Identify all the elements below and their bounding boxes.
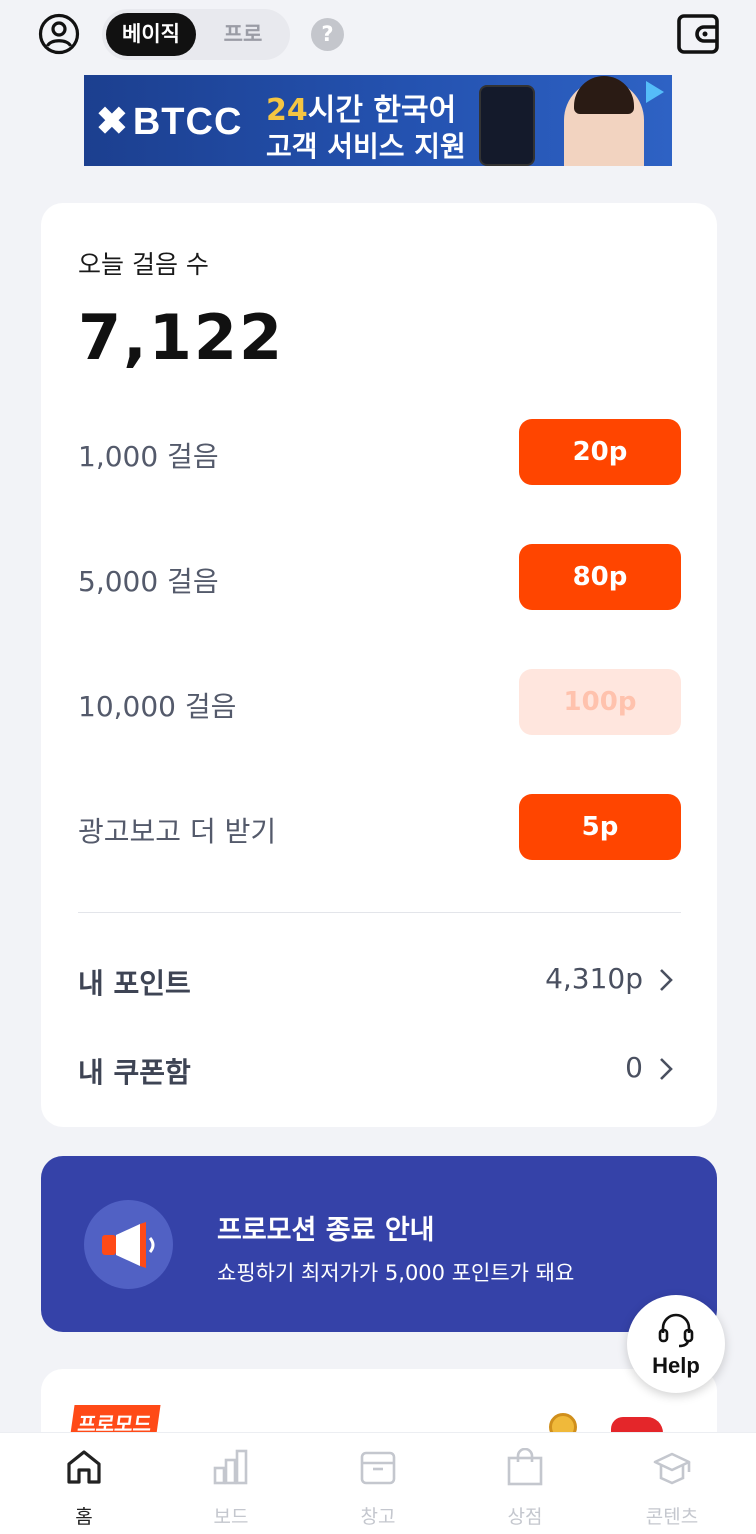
my-points-row[interactable]: 내 포인트 4,310p bbox=[78, 955, 681, 1005]
chevron-right-icon bbox=[660, 969, 673, 991]
home-icon bbox=[67, 1450, 101, 1484]
ad-subline: 고객 서비스 지원 bbox=[266, 130, 466, 163]
my-points-value: 4,310p bbox=[545, 962, 643, 995]
reward-row-10000: 10,000 걸음 100p bbox=[78, 669, 681, 735]
my-coupons-label: 내 쿠폰함 bbox=[78, 1056, 191, 1089]
btcc-x-icon: ✖ bbox=[96, 101, 129, 143]
my-coupons-value: 0 bbox=[625, 1051, 643, 1084]
nav-label: 상점 bbox=[507, 1506, 543, 1528]
divider bbox=[78, 912, 681, 913]
headset-icon bbox=[658, 1313, 694, 1348]
nav-label: 창고 bbox=[360, 1506, 396, 1528]
profile-button[interactable] bbox=[38, 13, 80, 55]
reward-label: 10,000 걸음 bbox=[78, 690, 237, 723]
storage-box-icon bbox=[360, 1451, 396, 1485]
graduation-cap-icon bbox=[653, 1452, 691, 1485]
ad-headline: 24시간 한국어 bbox=[266, 93, 457, 128]
nav-contents[interactable]: 콘텐츠 bbox=[612, 1433, 732, 1534]
reward-row-1000: 1,000 걸음 20p bbox=[78, 419, 681, 485]
nav-home[interactable]: 홈 bbox=[24, 1433, 144, 1534]
shopping-bag-icon bbox=[507, 1448, 543, 1486]
reward-label: 5,000 걸음 bbox=[78, 565, 219, 598]
mode-pro-tab[interactable]: 프로 bbox=[198, 13, 288, 56]
steps-card: 오늘 걸음 수 7,122 1,000 걸음 20p 5,000 걸음 80p … bbox=[41, 203, 717, 1127]
nav-shop[interactable]: 상점 bbox=[465, 1433, 585, 1534]
reward-label: 광고보고 더 받기 bbox=[78, 815, 277, 848]
megaphone-icon bbox=[84, 1200, 173, 1289]
nav-storage[interactable]: 창고 bbox=[318, 1433, 438, 1534]
bar-chart-icon bbox=[213, 1449, 248, 1485]
my-coupons-row[interactable]: 내 쿠폰함 0 bbox=[78, 1044, 681, 1094]
reward-row-5000: 5,000 걸음 80p bbox=[78, 544, 681, 610]
reward-row-watch-ad: 광고보고 더 받기 5p bbox=[78, 794, 681, 860]
chevron-right-icon bbox=[660, 1058, 673, 1080]
ad-phone-image bbox=[479, 85, 535, 166]
my-points-label: 내 포인트 bbox=[78, 967, 191, 1000]
promo-subtitle: 쇼핑하기 최저가가 5,000 포인트가 돼요 bbox=[217, 1261, 575, 1285]
reward-claim-button[interactable]: 20p bbox=[519, 419, 681, 485]
top-bar: 베이직 프로 ? bbox=[0, 0, 756, 70]
bottom-nav: 홈 보드 창고 상점 콘텐츠 bbox=[0, 1432, 756, 1534]
reward-label: 1,000 걸음 bbox=[78, 440, 219, 473]
today-steps-label: 오늘 걸음 수 bbox=[78, 250, 209, 279]
nav-label: 콘텐츠 bbox=[645, 1506, 699, 1528]
nav-board[interactable]: 보드 bbox=[171, 1433, 291, 1534]
ad-person-image bbox=[564, 76, 644, 166]
mode-toggle: 베이직 프로 bbox=[102, 9, 290, 60]
question-icon[interactable]: ? bbox=[311, 18, 344, 51]
ad-banner[interactable]: ✖ BTCC 24시간 한국어 고객 서비스 지원 bbox=[84, 75, 672, 166]
mode-basic-tab[interactable]: 베이직 bbox=[106, 13, 196, 56]
reward-claim-button-disabled: 100p bbox=[519, 669, 681, 735]
nav-label: 보드 bbox=[213, 1506, 249, 1528]
promo-banner[interactable]: 프로모션 종료 안내 쇼핑하기 최저가가 5,000 포인트가 돼요 bbox=[41, 1156, 717, 1332]
help-button[interactable]: Help bbox=[627, 1295, 725, 1393]
nav-label: 홈 bbox=[75, 1506, 93, 1528]
ad-brand-logo: ✖ BTCC bbox=[96, 101, 243, 143]
watch-ad-button[interactable]: 5p bbox=[519, 794, 681, 860]
wallet-button[interactable] bbox=[676, 12, 720, 56]
promo-title: 프로모션 종료 안내 bbox=[217, 1215, 435, 1246]
user-circle-icon bbox=[38, 13, 80, 55]
ad-choices-icon[interactable] bbox=[646, 81, 664, 103]
wallet-icon bbox=[677, 14, 719, 54]
reward-claim-button[interactable]: 80p bbox=[519, 544, 681, 610]
help-label: Help bbox=[652, 1353, 700, 1378]
today-steps-count: 7,122 bbox=[78, 301, 285, 374]
